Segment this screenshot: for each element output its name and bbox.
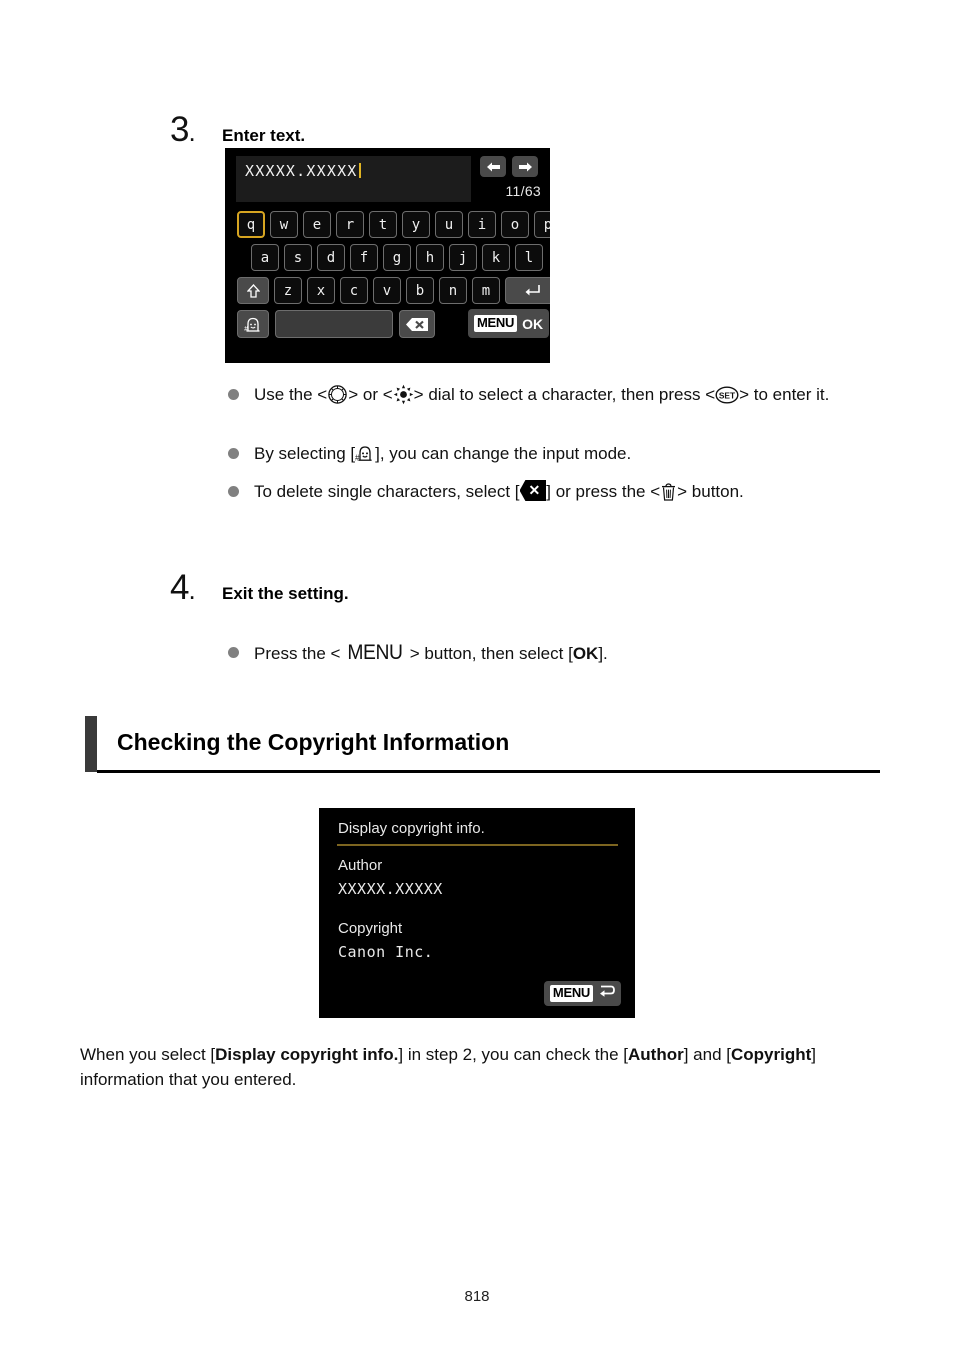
key-n[interactable]: n [439,277,467,304]
copyright-screen-title: Display copyright info. [338,820,485,837]
key-z[interactable]: z [274,277,302,304]
backspace-delete-icon[interactable] [399,310,435,338]
copyright-screen-title-underline [337,844,618,846]
step-4-title: Exit the setting. [222,584,349,603]
step-4-heading: 4. Exit the setting. [170,570,349,605]
step-3-number: 3. [170,110,196,149]
key-o[interactable]: o [501,211,529,238]
svg-text:#: # [355,454,360,463]
quick-control-dial-icon [327,384,348,405]
keyboard-row-2: a s d f g h j k l [251,244,548,271]
heading-rule [97,770,880,773]
key-j[interactable]: j [449,244,477,271]
menu-back-button[interactable]: MENU [543,981,621,1006]
key-c[interactable]: c [340,277,368,304]
text-cursor [358,163,361,178]
input-mode-icon: # [355,444,375,463]
bullet-text: To delete single characters, select [✕] … [254,480,744,502]
section-heading: Checking the Copyright Information [85,716,885,774]
space-key[interactable] [275,310,393,338]
ok-label: OK [522,315,544,332]
key-t[interactable]: t [369,211,397,238]
key-p[interactable]: p [534,211,550,238]
copyright-label: Copyright [338,920,403,937]
bullet-select-character: Use the < > or < > dial to select a charac… [228,382,829,407]
keyboard-row-1: q w e r t y u i o p [237,211,550,238]
key-r[interactable]: r [336,211,364,238]
key-k[interactable]: k [482,244,510,271]
key-q[interactable]: q [237,211,265,238]
return-arrow-icon [598,984,615,1003]
trash-erase-icon [660,482,677,502]
bullet-text: Use the < > or < > dial to select a charac… [254,384,830,405]
multi-controller-icon [393,384,414,405]
copyright-info-screen-illustration: Display copyright info. Author XXXXX.XXX… [319,808,635,1018]
arrow-right-icon[interactable] [512,156,538,177]
text-input-value-wrapper: XXXXX.XXXXX [245,162,361,180]
key-h[interactable]: h [416,244,444,271]
heading-accent-bar [85,716,97,772]
key-u[interactable]: u [435,211,463,238]
bullet-text: By selecting [#], you can change the inp… [254,444,632,463]
input-mode-icon[interactable]: # [237,310,269,338]
key-d[interactable]: d [317,244,345,271]
copyright-value: Canon Inc. [338,943,434,961]
set-button-icon: SET [715,386,739,404]
keyboard-row-3: z x c v b n m [237,277,550,304]
key-f[interactable]: f [350,244,378,271]
key-a[interactable]: a [251,244,279,271]
menu-button-label: MENU [347,641,404,664]
key-s[interactable]: s [284,244,312,271]
bullet-text: Press the < MENU > button, then select [… [254,641,608,664]
menu-ok-button[interactable]: MENU OK [468,309,550,338]
bullet-marker [228,486,239,497]
bullet-marker [228,389,239,400]
bullet-delete-characters: To delete single characters, select [✕] … [228,479,744,504]
key-l[interactable]: l [515,244,543,271]
bullet-marker [228,448,239,459]
step-3-heading: 3. Enter text. [170,112,305,147]
bullet-marker [228,647,239,658]
text-entry-screen-illustration: XXXXX.XXXXX 11/63 q w e r t y u i o p a … [225,148,550,363]
display-copyright-info-reference: Display copyright info. [215,1045,399,1064]
author-value: XXXXX.XXXXX [338,880,443,898]
text-input-value: XXXXX.XXXXX [245,162,358,180]
menu-badge-label: MENU [474,315,518,332]
bullet-change-input-mode: By selecting [#], you can change the inp… [228,441,631,466]
key-w[interactable]: w [270,211,298,238]
key-b[interactable]: b [406,277,434,304]
svg-text:SET: SET [719,390,736,400]
author-reference: Author [628,1045,684,1064]
key-i[interactable]: i [468,211,496,238]
character-counter: 11/63 [505,183,541,199]
key-y[interactable]: y [402,211,430,238]
key-v[interactable]: v [373,277,401,304]
page-number: 818 [464,1288,490,1305]
author-label: Author [338,857,383,874]
key-m[interactable]: m [472,277,500,304]
enter-return-icon[interactable] [505,277,550,304]
key-e[interactable]: e [303,211,331,238]
bullet-press-menu-select-ok: Press the < MENU > button, then select [… [228,640,608,666]
copyright-reference: Copyright [731,1045,812,1064]
page-title: Checking the Copyright Information [117,729,510,755]
svg-text:#: # [244,326,248,333]
shift-up-arrow-icon[interactable] [237,277,269,304]
step-3-title: Enter text. [222,126,306,145]
backspace-delete-icon: ✕ [519,480,547,502]
keyboard-row-4: # [237,310,435,338]
menu-badge-label: MENU [549,985,593,1002]
key-x[interactable]: x [307,277,335,304]
closing-paragraph: When you select [Display copyright info.… [80,1045,817,1089]
step-4-number: 4. [170,568,196,607]
key-g[interactable]: g [383,244,411,271]
arrow-left-icon[interactable] [480,156,506,177]
ok-label: OK [572,644,599,663]
text-input-field[interactable]: XXXXX.XXXXX [236,156,471,202]
